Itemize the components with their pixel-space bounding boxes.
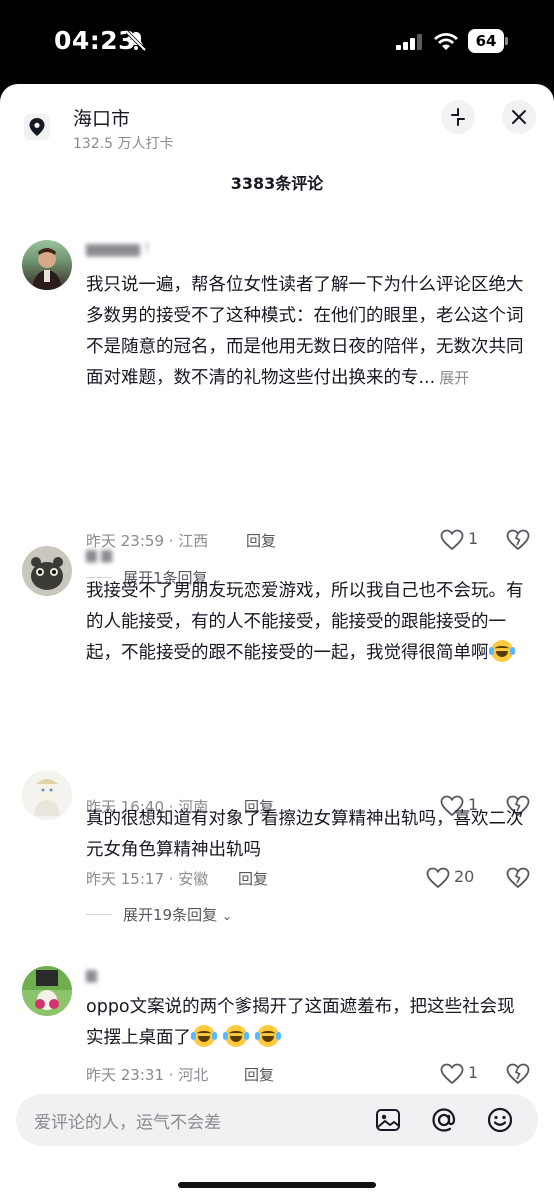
expand-replies-text: 展开19条回复 [123, 906, 218, 924]
signal-icon [396, 34, 422, 50]
expand-replies-label: 展开19条回复 ⌄ [123, 904, 232, 925]
comment-sheet: 海口市 132.5 万人打卡 3383条评论 ▆▆▆▆▆ ! 我只说一遍，帮各位… [0, 84, 554, 1200]
wifi-icon [434, 33, 458, 50]
like-count: 1 [468, 529, 479, 548]
broken-heart-icon[interactable] [506, 528, 530, 552]
avatar[interactable] [22, 240, 72, 290]
image-icon[interactable] [374, 1106, 402, 1134]
emoji-icon[interactable] [486, 1106, 514, 1134]
at-icon[interactable] [430, 1106, 458, 1134]
home-indicator[interactable] [178, 1182, 376, 1188]
comment-text-content: 我接受不了男朋友玩恋爱游戏，所以我自己也不会玩。有的人能接受，有的人不能接受，能… [86, 581, 524, 663]
close-icon [512, 110, 526, 124]
expand-divider [86, 914, 112, 915]
broken-heart-icon[interactable] [506, 1062, 530, 1086]
location-header[interactable]: 海口市 132.5 万人打卡 [0, 84, 554, 164]
status-bar: 04:23 64 [0, 0, 554, 84]
comment-meta: 昨天 23:31 · 河北 [86, 1066, 209, 1084]
heart-outline-icon [440, 1063, 464, 1085]
collapse-button[interactable] [441, 100, 475, 134]
like-count: 1 [468, 1063, 479, 1082]
comment-text-content: 真的很想知道有对象了看擦边女算精神出轨吗，喜欢二次元女角色算精神出轨吗 [86, 809, 524, 860]
battery-tip [505, 37, 508, 45]
comment-meta: 昨天 15:17 · 安徽 [86, 870, 209, 888]
comment-text: 真的很想知道有对象了看擦边女算精神出轨吗，喜欢二次元女角色算精神出轨吗 [86, 804, 532, 866]
comment-text: 我只说一遍，帮各位女性读者了解一下为什么评论区绝大多数男的接受不了这种模式：在他… [86, 270, 532, 394]
location-pin-icon [24, 114, 50, 140]
battery-level: 64 [468, 29, 504, 53]
heart-outline-icon [426, 867, 450, 889]
comment-input-bar[interactable]: 爱评论的人，运气不会差 [16, 1094, 538, 1146]
location-checkins: 132.5 万人打卡 [73, 136, 174, 152]
chevron-down-icon: ⌄ [221, 909, 232, 923]
laughing-tears-emoji-icon [255, 1025, 281, 1047]
comment-text: oppo文案说的两个爹揭开了这面遮羞布，把这些社会现实摆上桌面了 [86, 992, 532, 1054]
like-button[interactable]: 1 [440, 1062, 484, 1086]
comment-text-content: oppo文案说的两个爹揭开了这面遮羞布，把这些社会现实摆上桌面了 [86, 997, 515, 1048]
like-count: 20 [454, 867, 475, 886]
laughing-tears-emoji-icon [223, 1025, 249, 1047]
comment-count: 3383条评论 [230, 174, 324, 193]
battery-icon: 64 [468, 29, 508, 53]
comment-text: 我接受不了男朋友玩恋爱游戏，所以我自己也不会玩。有的人能接受，有的人不能接受，能… [86, 576, 532, 669]
broken-heart-icon[interactable] [506, 866, 530, 890]
like-button[interactable]: 1 [440, 528, 484, 552]
comment-input-placeholder[interactable]: 爱评论的人，运气不会差 [34, 1108, 221, 1133]
close-button[interactable] [502, 100, 536, 134]
bell-slash-icon [125, 30, 147, 52]
reply-button[interactable]: 回复 [238, 868, 268, 889]
username[interactable]: ▆ [86, 967, 97, 985]
reply-button[interactable]: 回复 [246, 530, 276, 551]
location-name: 海口市 [73, 108, 131, 130]
reply-button[interactable]: 回复 [244, 1064, 274, 1085]
heart-outline-icon [440, 529, 464, 551]
laughing-tears-emoji-icon [488, 640, 515, 662]
like-button[interactable]: 20 [426, 866, 486, 890]
collapse-icon [451, 108, 465, 126]
avatar[interactable] [22, 966, 72, 1016]
username[interactable]: ▆ ▆ [86, 547, 112, 565]
avatar[interactable] [22, 770, 72, 820]
laughing-tears-emoji-icon [191, 1025, 217, 1047]
expand-text-link[interactable]: 展开 [439, 369, 469, 387]
avatar[interactable] [22, 546, 72, 596]
username[interactable]: ▆▆▆▆▆ ! [86, 241, 150, 259]
expand-replies-button[interactable]: 展开19条回复 ⌄ [86, 904, 296, 926]
